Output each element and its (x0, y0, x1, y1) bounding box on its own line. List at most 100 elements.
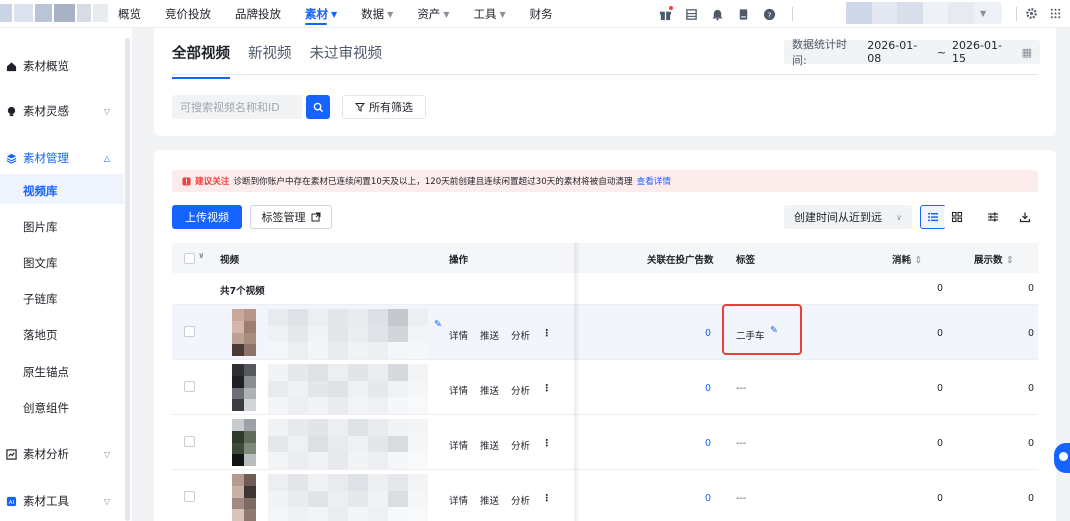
column-header-ads-count: 关联在投广告数 (647, 255, 714, 266)
nav-item-tools[interactable]: 工具 ▼ (473, 0, 505, 28)
table-row[interactable]: 详情 推送 分析 ⋮ 0 --- 0 0 (172, 360, 1038, 415)
upload-video-button[interactable]: 上传视频 (172, 205, 242, 229)
analyze-link[interactable]: 分析 (511, 493, 530, 507)
ai-tool-icon: AI (6, 496, 17, 506)
lightbulb-icon (7, 106, 16, 116)
video-search-input[interactable] (172, 95, 302, 119)
column-header-impressions[interactable]: 展示数 ⇕ (974, 252, 1014, 266)
edit-name-icon[interactable]: ✎ (434, 319, 442, 330)
sliders-icon (988, 212, 998, 222)
tag-manage-button[interactable]: 标签管理 (250, 205, 332, 229)
sidebar-item-image-library[interactable]: 图片库 (23, 219, 58, 235)
sidebar-item-native-anchor[interactable]: 原生锚点 (23, 364, 69, 380)
cost-value: 0 (937, 328, 944, 339)
details-link[interactable]: 详情 (449, 493, 468, 507)
sidebar-group-label: 素材灵感 (23, 104, 69, 118)
sidebar-item-creative-components[interactable]: 创意组件 (23, 400, 69, 416)
nav-item-data[interactable]: 数据 ▼ (361, 0, 393, 28)
sidebar-scrollbar[interactable] (125, 38, 130, 521)
chevron-down-icon[interactable]: ∨ (198, 251, 205, 260)
table-icon[interactable] (684, 7, 698, 21)
apps-grid-icon[interactable] (1048, 6, 1062, 20)
tag-cell-highlight-box (722, 304, 802, 355)
analyze-link[interactable]: 分析 (511, 383, 530, 397)
bell-icon[interactable] (710, 7, 724, 21)
sidebar-item-landing-page[interactable]: 落地页 (23, 327, 58, 343)
nav-item-brand[interactable]: 品牌投放 (235, 0, 281, 28)
row-checkbox[interactable] (184, 436, 195, 447)
more-options-icon[interactable]: ⋮ (542, 328, 552, 342)
nav-label: 概览 (118, 7, 141, 21)
document-icon[interactable] (736, 7, 750, 21)
video-thumbnail[interactable] (232, 364, 256, 411)
nav-item-overview[interactable]: 概览 (118, 0, 141, 28)
tab-rejected-videos[interactable]: 未过审视频 (310, 42, 383, 73)
account-switcher[interactable]: ▼ (846, 2, 1002, 24)
tab-new-videos[interactable]: 新视频 (248, 42, 292, 73)
push-link[interactable]: 推送 (480, 328, 499, 342)
date-range-picker[interactable]: 数据统计时间: 2026-01-08 ~ 2026-01-15 ▦ (784, 38, 1040, 67)
push-link[interactable]: 推送 (480, 438, 499, 452)
brand-logo[interactable] (0, 4, 109, 22)
gift-icon[interactable] (658, 6, 673, 21)
nav-item-bidding[interactable]: 竞价投放 (165, 0, 211, 28)
sidebar-item-graphic-library[interactable]: 图文库 (23, 255, 58, 271)
analyze-link[interactable]: 分析 (511, 438, 530, 452)
details-link[interactable]: 详情 (449, 383, 468, 397)
analyze-link[interactable]: 分析 (511, 328, 530, 342)
grid-view-button[interactable] (944, 205, 970, 229)
more-options-icon[interactable]: ⋮ (542, 493, 552, 507)
nav-item-finance[interactable]: 财务 (530, 0, 553, 28)
column-settings-button[interactable] (980, 205, 1006, 229)
row-checkbox[interactable] (184, 381, 195, 392)
sidebar-group-inspiration[interactable]: 素材灵感 ▽ (6, 103, 110, 119)
sidebar-group-label: 素材概览 (23, 59, 69, 73)
video-thumbnail[interactable] (232, 474, 256, 521)
column-header-cost[interactable]: 消耗 ⇕ (892, 252, 922, 266)
tab-all-videos[interactable]: 全部视频 (172, 42, 230, 79)
all-filters-button[interactable]: 所有筛选 (342, 95, 426, 119)
ads-count-link[interactable]: 0 (705, 493, 711, 504)
chevron-down-icon: ▼ (499, 9, 506, 19)
search-button[interactable] (306, 95, 330, 119)
push-link[interactable]: 推送 (480, 383, 499, 397)
settings-icon[interactable] (1024, 6, 1038, 20)
sidebar-group-management[interactable]: 素材管理 △ (6, 150, 110, 166)
details-link[interactable]: 详情 (449, 328, 468, 342)
column-header-tags: 标签 (736, 255, 756, 266)
sidebar-item-video-library[interactable]: 视频库 (23, 183, 58, 199)
video-thumbnail[interactable] (232, 419, 256, 466)
more-options-icon[interactable]: ⋮ (542, 383, 552, 397)
table-row[interactable]: ✎ 详情 推送 分析 ⋮ 0 二手车 ✎ 0 0 (172, 305, 1038, 360)
details-link[interactable]: 详情 (449, 438, 468, 452)
sidebar-item-sublink-library[interactable]: 子链库 (23, 291, 58, 307)
push-link[interactable]: 推送 (480, 493, 499, 507)
sidebar-group-overview[interactable]: 素材概览 (6, 58, 110, 74)
download-button[interactable] (1012, 205, 1038, 229)
help-icon[interactable]: ? (762, 7, 776, 21)
video-thumbnail[interactable] (232, 309, 256, 356)
table-row[interactable]: 详情 推送 分析 ⋮ 0 --- 0 0 (172, 415, 1038, 470)
assistant-float-button[interactable] (1054, 443, 1070, 473)
column-header-actions: 操作 (449, 255, 469, 266)
nav-item-assets[interactable]: 资产 ▼ (417, 0, 449, 28)
ads-count-link[interactable]: 0 (705, 328, 711, 339)
select-all-checkbox[interactable] (184, 253, 195, 264)
ads-count-link[interactable]: 0 (705, 383, 711, 394)
row-checkbox[interactable] (184, 326, 195, 337)
row-checkbox[interactable] (184, 491, 195, 502)
more-options-icon[interactable]: ⋮ (542, 438, 552, 452)
nav-item-material[interactable]: 素材 ▼ (305, 0, 337, 28)
chevron-down-icon: ▽ (103, 106, 110, 116)
notice-details-link[interactable]: 查看详情 (637, 175, 671, 187)
table-row[interactable]: 详情 推送 分析 ⋮ 0 --- 0 0 (172, 470, 1038, 521)
sidebar-group-tools[interactable]: AI 素材工具 ▽ (6, 493, 110, 509)
sort-order-select[interactable]: 创建时间从近到远 ∨ (784, 205, 912, 229)
ads-count-link[interactable]: 0 (705, 438, 711, 449)
sidebar-group-analysis[interactable]: 素材分析 ▽ (6, 446, 110, 462)
top-icon-group: ? (658, 0, 797, 28)
sidebar-group-label: 素材分析 (23, 447, 69, 461)
list-view-button[interactable] (920, 205, 946, 229)
nav-label: 素材 (305, 7, 328, 21)
list-icon (928, 213, 938, 222)
